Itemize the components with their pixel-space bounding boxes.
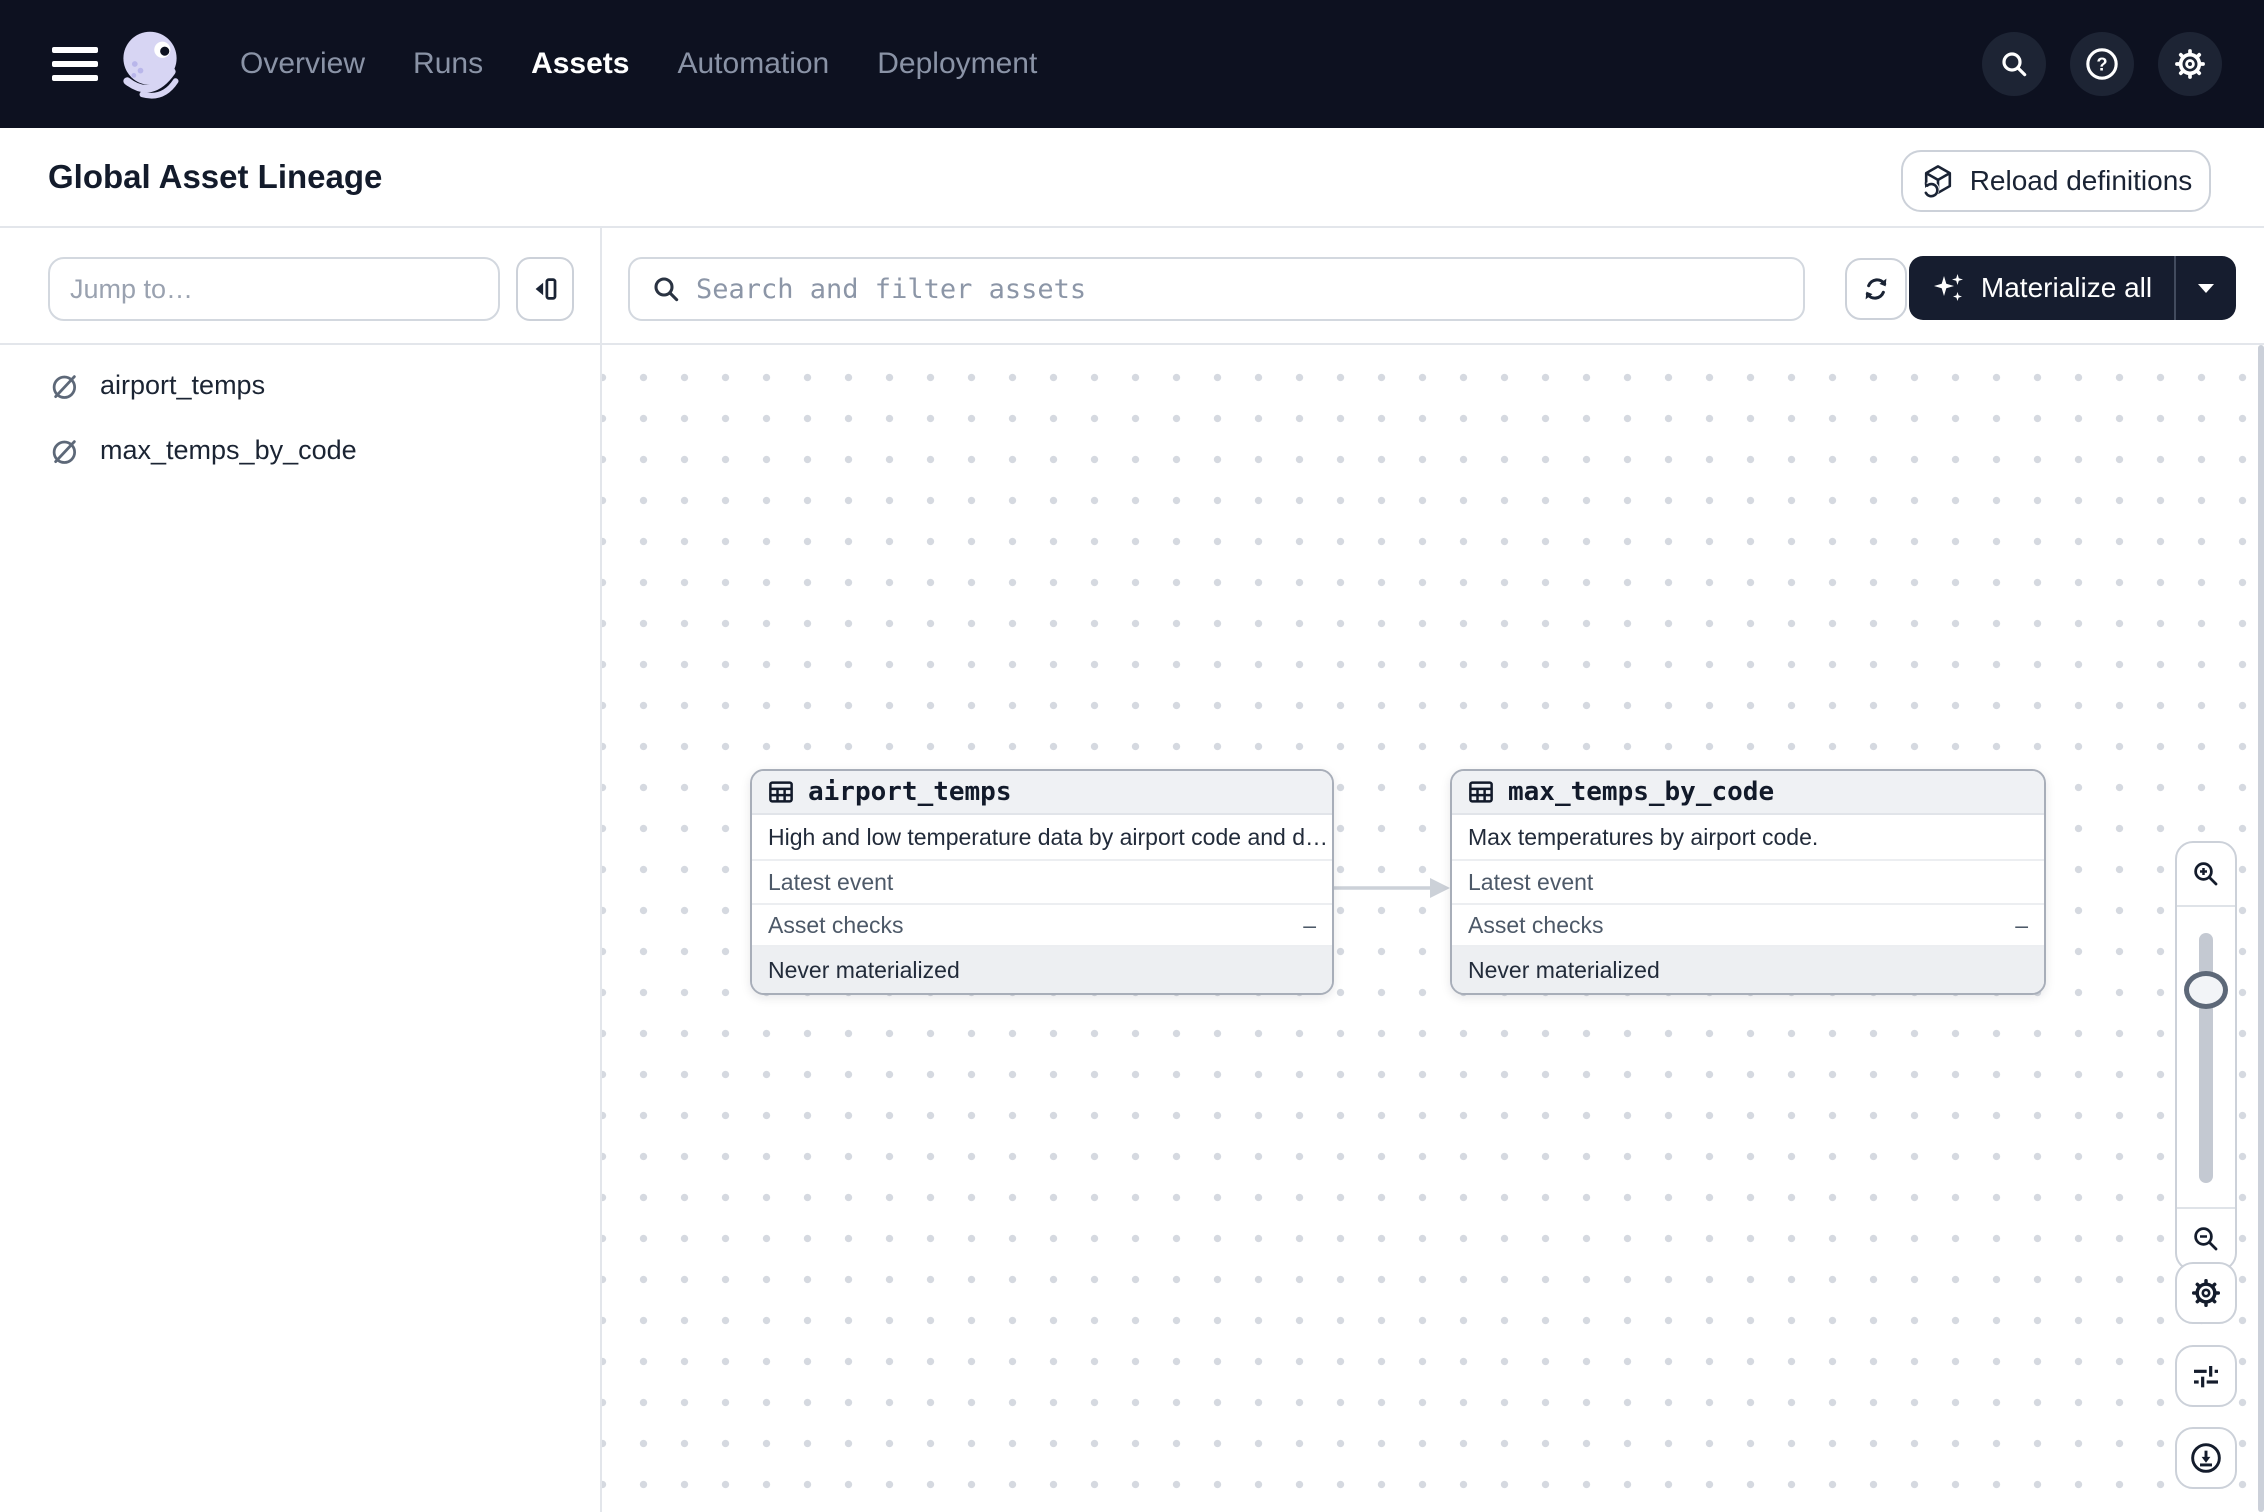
svg-text:?: ? — [2096, 54, 2107, 75]
asset-checks-row: Asset checks – — [1452, 905, 2044, 947]
materialize-options-dropdown[interactable] — [2176, 256, 2236, 320]
search-icon — [1998, 48, 2030, 80]
materialize-all-split-button: Materialize all — [1909, 256, 2236, 320]
graph-settings-button[interactable] — [2175, 1262, 2237, 1324]
graph-filters-button[interactable] — [2175, 1345, 2237, 1407]
nav-item-runs[interactable]: Runs — [413, 47, 483, 81]
zoom-in-button[interactable] — [2177, 843, 2235, 907]
hamburger-menu-icon[interactable] — [52, 47, 98, 81]
lineage-canvas[interactable]: airport_temps High and low temperature d… — [602, 345, 2264, 1512]
latest-event-label: Latest event — [768, 869, 893, 896]
search-icon — [650, 273, 682, 305]
refresh-icon — [1860, 273, 1892, 305]
reload-cube-icon — [1920, 163, 1956, 199]
vertical-scrollbar[interactable] — [2258, 345, 2264, 1512]
help-icon: ? — [2085, 47, 2119, 81]
nav-right-actions: ? — [1982, 32, 2222, 96]
materialize-all-button[interactable]: Materialize all — [1909, 256, 2174, 320]
asset-list: airport_temps max_temps_by_code — [0, 353, 598, 483]
asset-search-box — [628, 257, 1805, 321]
asset-checks-value: – — [2015, 912, 2028, 939]
zoom-slider[interactable] — [2177, 907, 2235, 1207]
collapse-sidebar-button[interactable] — [516, 257, 574, 321]
materialize-all-label: Materialize all — [1981, 272, 2152, 304]
asset-checks-value: – — [1303, 912, 1316, 939]
nav-item-overview[interactable]: Overview — [240, 47, 365, 81]
asset-node-title: airport_temps — [808, 777, 1012, 807]
lineage-edge-arrow — [1332, 872, 1452, 904]
asset-checks-label: Asset checks — [768, 912, 904, 939]
help-button[interactable]: ? — [2070, 32, 2134, 96]
page-title: Global Asset Lineage — [48, 128, 382, 226]
sidebar-item-label: airport_temps — [100, 370, 265, 401]
jump-to-input[interactable] — [48, 257, 500, 321]
reload-definitions-button[interactable]: Reload definitions — [1901, 150, 2211, 212]
asset-node-airport-temps[interactable]: airport_temps High and low temperature d… — [750, 769, 1334, 995]
page-header: Global Asset Lineage Reload definitions — [0, 128, 2264, 226]
reload-definitions-label: Reload definitions — [1970, 165, 2193, 197]
dagster-logo-icon[interactable] — [112, 26, 188, 102]
download-icon — [2190, 1442, 2222, 1474]
asset-node-description: High and low temperature data by airport… — [752, 815, 1332, 861]
zoom-control-group — [2175, 841, 2237, 1271]
settings-button[interactable] — [2158, 32, 2222, 96]
sidebar-item-airport-temps[interactable]: airport_temps — [0, 353, 598, 418]
asset-checks-row: Asset checks – — [752, 905, 1332, 947]
nav-item-deployment[interactable]: Deployment — [877, 47, 1037, 81]
collapse-panel-icon — [530, 274, 560, 304]
gear-icon — [2190, 1277, 2222, 1309]
no-materialization-icon — [50, 436, 80, 466]
sidebar-item-max-temps-by-code[interactable]: max_temps_by_code — [0, 418, 598, 483]
materialization-status: Never materialized — [752, 947, 1332, 993]
no-materialization-icon — [50, 371, 80, 401]
zoom-in-icon — [2191, 859, 2221, 889]
sparkles-icon — [1931, 270, 1967, 306]
top-nav-bar: Overview Runs Assets Automation Deployme… — [0, 0, 2264, 128]
search-button[interactable] — [1982, 32, 2046, 96]
chevron-down-icon — [2197, 282, 2215, 294]
nav-item-automation[interactable]: Automation — [677, 47, 829, 81]
asset-node-title: max_temps_by_code — [1508, 777, 1774, 807]
gear-icon — [2173, 47, 2207, 81]
asset-node-description: Max temperatures by airport code. — [1452, 815, 2044, 861]
refresh-button[interactable] — [1845, 258, 1907, 320]
materialization-status: Never materialized — [1452, 947, 2044, 993]
latest-event-row: Latest event — [1452, 861, 2044, 905]
table-icon — [1466, 777, 1496, 807]
zoom-out-button[interactable] — [2177, 1207, 2235, 1269]
table-icon — [766, 777, 796, 807]
asset-node-max-temps-by-code[interactable]: max_temps_by_code Max temperatures by ai… — [1450, 769, 2046, 995]
download-image-button[interactable] — [2175, 1427, 2237, 1489]
sidebar-item-label: max_temps_by_code — [100, 435, 357, 466]
latest-event-row: Latest event — [752, 861, 1332, 905]
asset-node-header: max_temps_by_code — [1452, 771, 2044, 815]
filters-icon — [2190, 1360, 2222, 1392]
zoom-out-icon — [2191, 1224, 2221, 1254]
nav-item-assets[interactable]: Assets — [531, 47, 629, 81]
primary-nav: Overview Runs Assets Automation Deployme… — [240, 0, 1037, 128]
zoom-slider-thumb[interactable] — [2184, 971, 2228, 1009]
asset-sidebar: airport_temps max_temps_by_code — [0, 228, 600, 1512]
asset-search-input[interactable] — [696, 274, 1783, 305]
latest-event-label: Latest event — [1468, 869, 1593, 896]
asset-node-header: airport_temps — [752, 771, 1332, 815]
asset-checks-label: Asset checks — [1468, 912, 1604, 939]
